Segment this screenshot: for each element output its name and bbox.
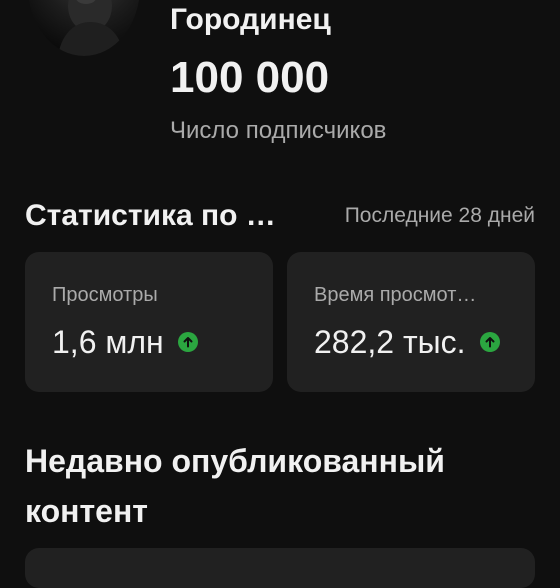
subscriber-label: Число подписчиков [170,117,387,144]
arrow-up-icon [479,332,500,352]
views-value-row: 1,6 млн [52,322,273,362]
channel-name: Городинец [170,3,331,36]
views-card[interactable]: Просмотры 1,6 млн [25,252,273,392]
watch-time-card[interactable]: Время просмот… 282,2 тыс. [287,252,535,392]
arrow-up-icon [177,332,198,352]
avatar-image [58,0,124,56]
recent-content-title: Недавно опубликованный контент [25,443,445,529]
watch-time-value: 282,2 тыс. [314,324,466,360]
views-label: Просмотры [52,284,158,306]
stats-title: Статистика по … [25,199,276,232]
subscriber-count: 100 000 [170,53,330,102]
channel-avatar[interactable] [28,0,140,56]
recent-content-card[interactable] [25,548,535,588]
views-value: 1,6 млн [52,324,164,360]
stats-header: Статистика по … Последние 28 дней [25,196,535,236]
watch-time-label: Время просмот… [314,284,477,306]
watch-time-value-row: 282,2 тыс. [314,322,535,362]
stats-period: Последние 28 дней [344,204,535,227]
